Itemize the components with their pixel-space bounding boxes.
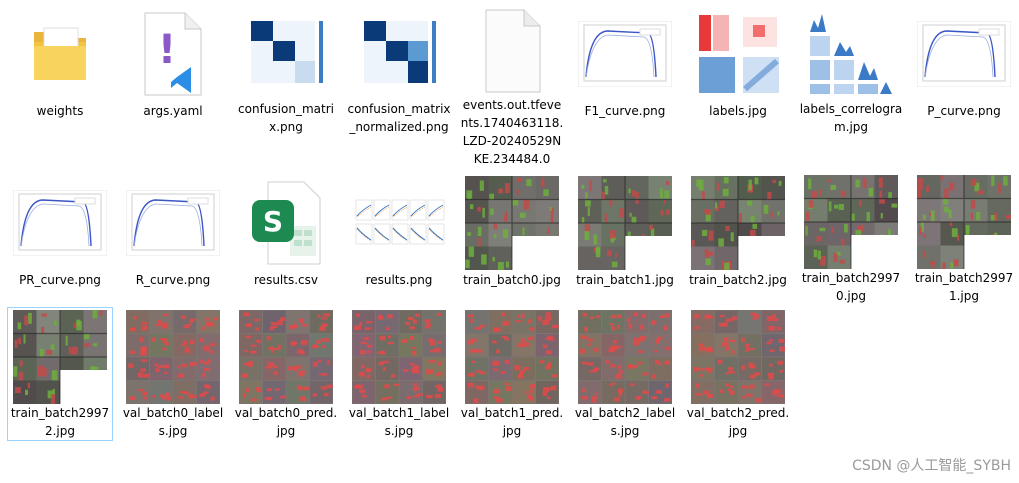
file-name: confusion_matrix.png [238, 102, 334, 134]
file-name: events.out.tfevents.1740463118.LZD-20240… [460, 98, 564, 166]
file-name: train_batch29970.jpg [801, 271, 901, 303]
val-grid-thumb [238, 310, 334, 404]
file-item[interactable]: results.png [346, 172, 452, 306]
file-item[interactable]: confusion_matrix.png [233, 3, 339, 137]
photo-mosaic-thumb [690, 175, 786, 271]
file-item[interactable]: train_batch0.jpg [459, 172, 565, 306]
svg-text:S: S [263, 205, 283, 238]
file-item[interactable]: labels.jpg [685, 3, 791, 137]
file-item[interactable]: R_curve.png [120, 172, 226, 306]
file-item[interactable]: train_batch1.jpg [572, 172, 678, 306]
photo-mosaic-thumb [577, 175, 673, 271]
file-item[interactable]: confusion_matrix_normalized.png [346, 3, 452, 137]
file-name: PR_curve.png [19, 273, 101, 287]
photo-mosaic-thumb [464, 175, 560, 271]
curve-thumb [12, 175, 108, 271]
file-name: val_batch2_pred.jpg [686, 406, 790, 438]
confusion-matrix-normalized-thumb [351, 6, 447, 100]
svg-text:!: ! [158, 27, 176, 73]
blank-file-icon [464, 6, 560, 96]
curve-thumb [916, 6, 1012, 102]
file-item[interactable]: P_curve.png [911, 3, 1017, 137]
file-name: train_batch1.jpg [576, 273, 674, 287]
file-name: val_batch1_labels.jpg [348, 406, 450, 438]
file-name: confusion_matrix_normalized.png [347, 102, 451, 134]
file-item[interactable]: S results.csv [233, 172, 339, 306]
file-name: R_curve.png [135, 273, 211, 287]
curve-thumb [577, 6, 673, 102]
file-item[interactable]: val_batch0_labels.jpg [120, 307, 226, 441]
photo-mosaic-thumb [803, 175, 899, 269]
file-item[interactable]: val_batch2_labels.jpg [572, 307, 678, 441]
file-item[interactable]: val_batch1_labels.jpg [346, 307, 452, 441]
file-item[interactable]: train_batch29972.jpg [7, 307, 113, 441]
file-name: weights [36, 104, 84, 118]
file-name: labels_correlogram.jpg [799, 102, 903, 134]
spreadsheet-file-icon: S [238, 175, 334, 271]
photo-mosaic-thumb [916, 175, 1012, 269]
file-item[interactable]: val_batch1_pred.jpg [459, 307, 565, 441]
file-name: train_batch2.jpg [689, 273, 787, 287]
photo-mosaic-thumb [12, 310, 108, 404]
file-name: results.png [365, 273, 433, 287]
file-item[interactable]: ! args.yaml [120, 3, 226, 137]
file-name: val_batch2_labels.jpg [574, 406, 676, 438]
folder-icon [12, 6, 108, 102]
file-name: labels.jpg [709, 104, 767, 118]
results-thumb [351, 175, 447, 271]
file-item[interactable]: val_batch2_pred.jpg [685, 307, 791, 441]
correlogram-thumb [803, 6, 899, 100]
file-name: val_batch1_pred.jpg [460, 406, 564, 438]
file-name: args.yaml [143, 104, 203, 118]
val-grid-thumb [351, 310, 447, 404]
file-item[interactable]: labels_correlogram.jpg [798, 3, 904, 137]
watermark: CSDN @人工智能_SYBH [852, 458, 1011, 474]
file-item[interactable]: PR_curve.png [7, 172, 113, 306]
file-name: val_batch0_labels.jpg [122, 406, 224, 438]
val-grid-thumb [577, 310, 673, 404]
val-grid-thumb [464, 310, 560, 404]
confusion-matrix-thumb [238, 6, 334, 100]
file-name: val_batch0_pred.jpg [234, 406, 338, 438]
file-item[interactable]: events.out.tfevents.1740463118.LZD-20240… [459, 3, 565, 166]
file-name: P_curve.png [927, 104, 1001, 118]
val-grid-thumb [125, 310, 221, 404]
file-item[interactable]: F1_curve.png [572, 3, 678, 137]
file-name: F1_curve.png [584, 104, 666, 118]
file-name: results.csv [254, 273, 318, 287]
vscode-file-icon: ! [125, 6, 221, 102]
file-grid: weights ! args.yaml confusion_matrix.png… [0, 0, 1019, 483]
val-grid-thumb [690, 310, 786, 404]
file-item[interactable]: train_batch2.jpg [685, 172, 791, 306]
file-item[interactable]: train_batch29970.jpg [798, 172, 904, 306]
file-item[interactable]: val_batch0_pred.jpg [233, 307, 339, 441]
file-name: train_batch29972.jpg [10, 406, 110, 438]
file-name: train_batch29971.jpg [914, 271, 1014, 303]
curve-thumb [125, 175, 221, 271]
file-item[interactable]: train_batch29971.jpg [911, 172, 1017, 306]
file-name: train_batch0.jpg [463, 273, 561, 287]
file-item[interactable]: weights [7, 3, 113, 137]
labels-thumb [690, 6, 786, 102]
